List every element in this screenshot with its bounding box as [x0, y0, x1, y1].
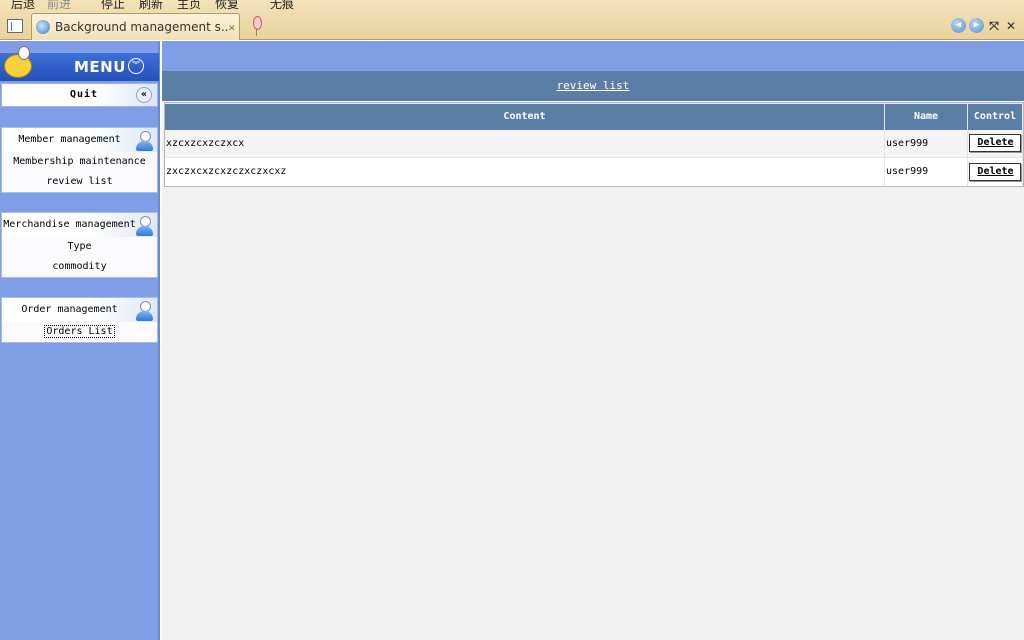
ie-page-icon: [36, 20, 50, 34]
forward-circle-icon[interactable]: ▶: [969, 18, 984, 33]
menu-item-label: Type: [67, 241, 92, 252]
main-top-band: [162, 41, 1024, 71]
chevron-double-down-icon[interactable]: ︾: [128, 58, 144, 74]
menu-group-header[interactable]: Order management: [2, 298, 157, 322]
sidebar-toggle-icon[interactable]: [7, 19, 23, 33]
menu-group-header[interactable]: Merchandise management: [2, 213, 157, 237]
column-header-control: Control: [967, 103, 1024, 130]
tab-pin-icon[interactable]: ✕: [228, 21, 235, 34]
new-tab-icon[interactable]: [250, 14, 262, 36]
menu-title: MENU: [74, 58, 126, 76]
delete-button[interactable]: Delete: [969, 162, 1022, 181]
menu-group-title: Merchandise management: [3, 219, 136, 230]
cell-content: xzcxzcxzczxcx: [165, 129, 886, 158]
menu-group-header[interactable]: Member management: [2, 128, 157, 152]
browser-tab[interactable]: Background management s... ✕: [31, 13, 240, 40]
menu-group-order: Order management Orders List: [1, 297, 158, 343]
quit-row: Quit «: [1, 83, 158, 107]
refresh-button[interactable]: 刷新: [139, 0, 163, 12]
column-header-content: Content: [165, 103, 886, 130]
stop-button[interactable]: 停止: [101, 0, 125, 12]
menu-group-title: Member management: [18, 134, 121, 145]
list-title-bar: review list: [162, 71, 1024, 101]
cell-content: zxczxcxzcxzczxczxcxz: [165, 157, 886, 186]
user-icon: [134, 216, 154, 238]
quit-link[interactable]: Quit: [70, 89, 98, 100]
duck-logo-icon: [2, 44, 34, 80]
table-row: xzcxzcxzczxcx user999 Delete: [165, 129, 1024, 158]
close-icon[interactable]: ✕: [1004, 19, 1018, 33]
menu-item-type[interactable]: Type: [2, 237, 157, 257]
browser-chrome: 后退 前进 停止 刷新 主页 恢复 无痕 Background manageme…: [0, 0, 1024, 40]
menu-item-review-list[interactable]: review list: [2, 172, 157, 192]
menu-item-label: Orders List: [44, 325, 115, 338]
menu-item-label: Membership maintenance: [13, 156, 146, 167]
review-list-link[interactable]: review list: [557, 79, 630, 92]
no-trace-button[interactable]: 无痕: [270, 0, 294, 12]
content-blank-area: [162, 189, 1024, 640]
user-icon: [134, 131, 154, 153]
restore-button[interactable]: 恢复: [215, 0, 239, 12]
menu-group-merchandise: Merchandise management Type commodity: [1, 212, 158, 278]
collapse-left-icon[interactable]: «: [136, 87, 152, 103]
cell-name: user999: [884, 157, 968, 186]
window-nav-buttons: ◀ ▶ ⤧ ✕: [951, 18, 1018, 33]
menu-item-label: commodity: [52, 261, 107, 272]
user-icon: [134, 301, 154, 323]
left-menu-frame: MENU ︾ Quit « Member management Membersh…: [0, 41, 160, 640]
back-circle-icon[interactable]: ◀: [951, 18, 966, 33]
main-content-frame: review list Content Name Control xzcxzcx…: [162, 41, 1024, 640]
cell-control: Delete: [967, 129, 1024, 158]
fullscreen-icon[interactable]: ⤧: [987, 19, 1001, 33]
forward-button[interactable]: 前进: [47, 0, 71, 12]
table-row: zxczxcxzcxzczxczxcxz user999 Delete: [165, 157, 1024, 186]
menu-item-label: review list: [46, 176, 113, 187]
tab-title: Background management s...: [55, 20, 229, 34]
menu-group-title: Order management: [21, 304, 118, 315]
cell-control: Delete: [967, 157, 1024, 186]
menu-item-orders-list[interactable]: Orders List: [2, 322, 157, 342]
back-button[interactable]: 后退: [11, 0, 35, 12]
home-button[interactable]: 主页: [177, 0, 201, 12]
menu-group-member: Member management Membership maintenance…: [1, 127, 158, 193]
cell-name: user999: [884, 129, 968, 158]
menu-item-commodity[interactable]: commodity: [2, 257, 157, 277]
delete-button[interactable]: Delete: [969, 134, 1022, 153]
review-table: Content Name Control xzcxzcxzczxcx user9…: [164, 102, 1024, 187]
table-header-row: Content Name Control: [165, 103, 1024, 130]
menu-item-membership-maintenance[interactable]: Membership maintenance: [2, 152, 157, 172]
column-header-name: Name: [884, 103, 968, 130]
